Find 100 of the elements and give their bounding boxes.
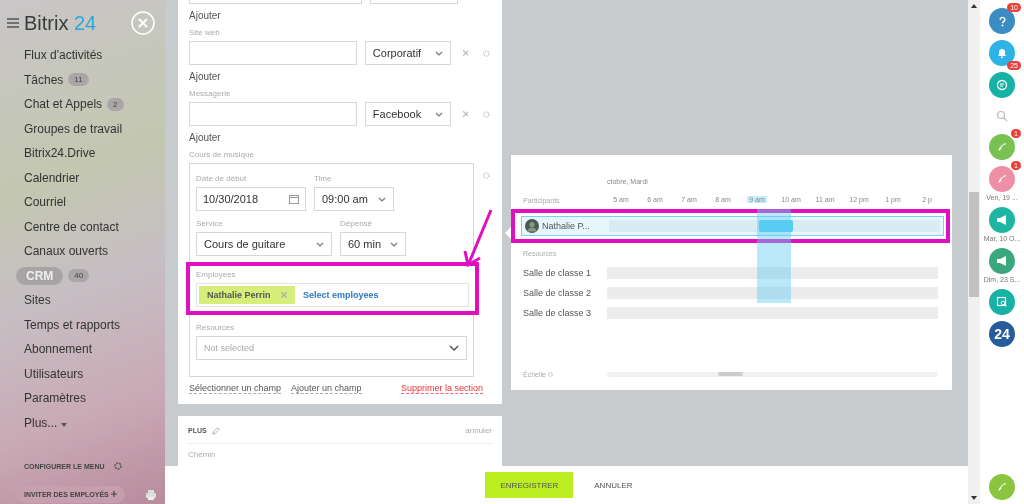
date-field[interactable]: 10/30/2018 <box>196 187 306 211</box>
screen-search-icon <box>996 296 1008 308</box>
scroll-track[interactable] <box>607 372 938 377</box>
type-select[interactable]: Facebook <box>364 102 451 126</box>
duration-select[interactable]: 60 min <box>340 232 406 256</box>
menu-item[interactable]: Bitrix24.Drive <box>24 146 96 161</box>
section-link[interactable]: Sélectionner un champ <box>189 383 282 394</box>
participant-row[interactable]: Nathalie P... <box>521 216 944 236</box>
menu-item[interactable]: Temps et rapports <box>24 317 121 332</box>
chevron-down-icon <box>449 345 460 351</box>
type-select[interactable]: Corporatif <box>364 41 451 65</box>
chevron-down-icon <box>434 111 443 117</box>
resource-name: Salle de classe 2 <box>523 288 593 298</box>
chevron-down-icon <box>378 196 386 202</box>
megaphone-icon <box>996 214 1008 226</box>
scroll-thumb[interactable] <box>969 192 979 297</box>
resource-name: Salle de classe 3 <box>523 308 593 318</box>
help-button[interactable] <box>989 8 1015 34</box>
menu-item[interactable]: Flux d'activités <box>24 48 103 63</box>
save-button[interactable]: ENREGISTRER <box>485 472 574 498</box>
menu-item[interactable]: Paramètres <box>24 391 87 406</box>
section-title: Cours de musique <box>189 150 255 159</box>
megaphone-button[interactable] <box>989 248 1015 274</box>
chevron-down-icon <box>316 241 324 247</box>
menu-item[interactable]: Canaux ouverts <box>24 244 109 259</box>
calendar-icon[interactable] <box>289 194 299 204</box>
add-link[interactable]: Ajouter <box>189 132 221 143</box>
scrollbar[interactable] <box>968 0 980 504</box>
phone-icon <box>996 173 1008 185</box>
counter-badge: 2 <box>107 97 124 111</box>
remove-icon[interactable] <box>281 292 288 298</box>
phone-icon <box>996 481 1008 493</box>
menu-item[interactable]: Chat et Appels <box>24 97 103 112</box>
counter-badge: 40 <box>68 269 90 283</box>
megaphone-icon <box>996 255 1008 267</box>
section-link[interactable]: Supprimer la section <box>400 383 483 394</box>
settings-icon[interactable] <box>482 109 491 119</box>
participant-name: Nathalie P... <box>542 221 590 231</box>
section-link[interactable]: Ajouter un champ <box>291 383 362 394</box>
menu-item[interactable]: Courriel <box>24 195 66 210</box>
phone-button[interactable] <box>989 134 1015 160</box>
gear-icon[interactable] <box>547 372 553 377</box>
phone-icon <box>996 141 1008 153</box>
call-button[interactable] <box>989 474 1015 500</box>
settings-icon[interactable] <box>482 171 491 180</box>
input-field[interactable] <box>189 102 357 126</box>
screen-button[interactable] <box>989 289 1015 315</box>
menu-item[interactable]: Calendrier <box>24 170 80 185</box>
printer-icon[interactable] <box>144 488 157 501</box>
megaphone-button[interactable] <box>989 207 1015 233</box>
menu-item[interactable]: Sites <box>24 293 51 308</box>
bell-icon <box>996 47 1008 59</box>
chat-icon <box>996 79 1008 91</box>
field-label: Resources <box>196 323 236 332</box>
cancel-button[interactable]: ANNULER <box>579 472 648 498</box>
remove-icon[interactable] <box>462 50 469 56</box>
counter-badge: 11 <box>68 73 89 87</box>
scroll-up-icon[interactable] <box>971 4 977 8</box>
search-icon[interactable] <box>996 110 1008 122</box>
resource-name: Salle de classe 1 <box>523 268 593 278</box>
field-label: Site web <box>189 28 221 37</box>
menu-item[interactable]: Groupes de travail <box>24 121 123 136</box>
select-employees-link[interactable]: Select employees <box>303 290 379 300</box>
menu-item[interactable]: Abonnement <box>24 342 93 357</box>
scroll-down-icon[interactable] <box>971 496 977 500</box>
settings-icon[interactable] <box>482 48 491 58</box>
employees-field[interactable]: Nathalie Perrin Select employees <box>196 283 470 307</box>
phone-button[interactable] <box>989 166 1015 192</box>
remove-icon[interactable] <box>462 111 469 117</box>
scroll-thumb[interactable] <box>718 372 743 376</box>
chat-button[interactable] <box>989 72 1015 98</box>
chevron-down-icon <box>434 50 443 56</box>
pencil-icon[interactable] <box>211 426 220 435</box>
gear-icon[interactable] <box>112 461 123 471</box>
service-select[interactable]: Cours de guitare <box>196 232 332 256</box>
add-link[interactable]: Ajouter <box>189 10 221 21</box>
menu-item[interactable]: Utilisateurs <box>24 366 84 381</box>
question-icon <box>996 15 1008 27</box>
field-label: Chemin <box>188 450 217 459</box>
more-menu-item[interactable]: Plus... <box>24 415 67 430</box>
close-icon[interactable] <box>131 11 155 35</box>
field-label: Time <box>314 174 333 183</box>
employee-tag[interactable]: Nathalie Perrin <box>199 286 296 304</box>
field-label: Service <box>196 219 224 228</box>
field-label: Date de début <box>196 174 248 183</box>
menu-icon[interactable] <box>7 18 19 28</box>
caret-icon <box>60 422 67 427</box>
menu-item[interactable]: Tâches <box>24 72 64 87</box>
time-selection[interactable] <box>757 209 791 303</box>
logo-button[interactable]: 24 <box>989 321 1015 347</box>
field-label: Dépensé <box>340 219 374 228</box>
field-label: Employees <box>196 270 237 279</box>
add-link[interactable]: Ajouter <box>189 71 221 82</box>
chevron-down-icon <box>390 241 398 247</box>
avatar-icon <box>525 219 539 233</box>
menu-item[interactable]: Centre de contact <box>24 219 119 234</box>
input-field[interactable] <box>189 41 357 65</box>
time-select[interactable]: 09:00 am <box>314 187 394 211</box>
field-label: Messagerie <box>189 89 232 98</box>
logo-text[interactable]: Bitrix 24 <box>24 11 126 35</box>
